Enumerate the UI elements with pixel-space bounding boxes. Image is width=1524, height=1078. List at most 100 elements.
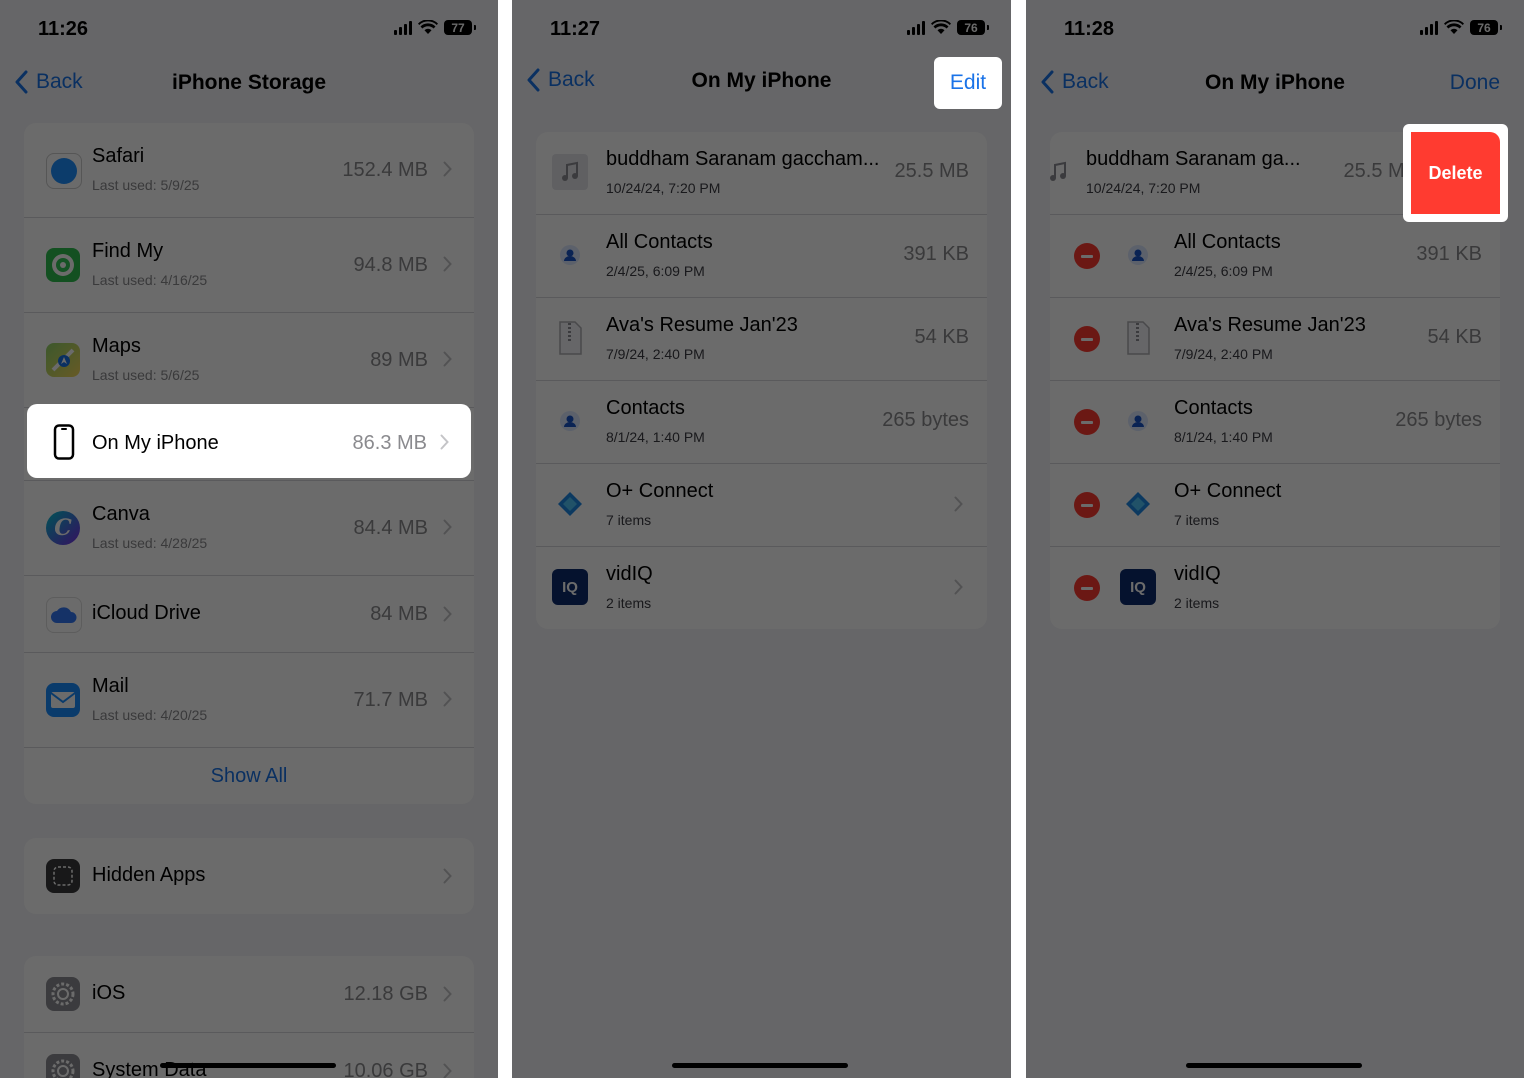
- system-data-gear-icon: [46, 1054, 80, 1078]
- file-name: Ava's Resume Jan'23: [606, 314, 798, 336]
- system-row-ios[interactable]: iOS 12.18 GB: [24, 956, 474, 1033]
- find-my-radar-icon: [46, 248, 80, 282]
- file-date: 7/9/24, 2:40 PM: [1174, 346, 1273, 362]
- app-row-safari[interactable]: Safari Last used: 5/9/25 152.4 MB: [24, 123, 474, 218]
- app-size: 152.4 MB: [342, 159, 428, 181]
- folder-row-vidiq[interactable]: IQ vidIQ 2 items: [536, 547, 987, 629]
- chevron-right-icon: [954, 496, 963, 512]
- folder-count: 7 items: [606, 512, 652, 528]
- file-size: 54 KB: [914, 326, 969, 348]
- delete-minus-icon[interactable]: [1074, 575, 1100, 601]
- canva-icon: C: [46, 511, 80, 545]
- cellular-signal-icon: [394, 20, 412, 35]
- app-name: Safari: [92, 145, 145, 167]
- home-indicator[interactable]: [160, 1063, 336, 1068]
- file-name: All Contacts: [606, 231, 713, 253]
- hidden-apps-icon: [46, 859, 80, 893]
- app-last-used: Last used: 5/6/25: [92, 367, 200, 383]
- delete-minus-icon[interactable]: [1074, 243, 1100, 269]
- file-size: 54 KB: [1427, 326, 1482, 348]
- folder-name: O+ Connect: [606, 480, 714, 502]
- o-plus-connect-icon: [1120, 486, 1156, 522]
- screen-iphone-storage: 11:26 77 Back iPhone Storage Safari Last…: [0, 0, 498, 1078]
- folder-name: vidIQ: [1174, 563, 1221, 585]
- system-name: System Data: [92, 1059, 207, 1078]
- folder-row-o-plus-connect[interactable]: O+ Connect 7 items: [536, 464, 987, 547]
- folder-name: O+ Connect: [1174, 480, 1282, 502]
- app-name: Canva: [92, 503, 150, 525]
- file-date: 8/1/24, 1:40 PM: [606, 429, 705, 445]
- navigation-bar: Back iPhone Storage: [0, 62, 498, 106]
- file-size: 391 KB: [903, 243, 969, 265]
- screen-on-my-iphone: 11:27 76 Back On My iPhone buddham Saran…: [512, 0, 1011, 1078]
- file-date: 8/1/24, 1:40 PM: [1174, 429, 1273, 445]
- hidden-apps-row[interactable]: Hidden Apps: [24, 838, 474, 914]
- mail-envelope-icon: [46, 683, 80, 717]
- done-button[interactable]: Done: [1450, 71, 1500, 95]
- o-plus-connect-icon: [552, 486, 588, 522]
- show-all-button[interactable]: Show All: [24, 748, 474, 804]
- home-indicator[interactable]: [672, 1063, 848, 1068]
- edit-button[interactable]: Edit: [934, 57, 1002, 109]
- delete-button[interactable]: Delete: [1411, 132, 1500, 214]
- app-name: iCloud Drive: [92, 602, 201, 624]
- page-title: iPhone Storage: [171, 71, 327, 94]
- app-name: Find My: [92, 240, 164, 262]
- panel-divider: [1011, 0, 1026, 1078]
- maps-icon: [46, 343, 80, 377]
- hidden-apps-label: Hidden Apps: [92, 864, 206, 886]
- music-note-icon: [1050, 154, 1076, 190]
- chevron-right-icon: [443, 161, 452, 177]
- file-row-contacts[interactable]: Contacts 8/1/24, 1:40 PM 265 bytes: [1050, 381, 1500, 464]
- delete-minus-icon[interactable]: [1074, 492, 1100, 518]
- file-date: 10/24/24, 7:20 PM: [606, 180, 721, 196]
- delete-minus-icon[interactable]: [1074, 326, 1100, 352]
- file-size: 265 bytes: [882, 409, 969, 431]
- file-size: 391 KB: [1416, 243, 1482, 265]
- app-row-canva[interactable]: C Canva Last used: 4/28/25 84.4 MB: [24, 481, 474, 576]
- chevron-right-icon: [443, 691, 452, 707]
- contact-card-icon: [552, 237, 588, 273]
- file-row-all-contacts[interactable]: All Contacts 2/4/25, 6:09 PM 391 KB: [536, 215, 987, 298]
- screen-on-my-iphone-edit: 11:28 76 Back On My iPhone Done buddham …: [1026, 0, 1524, 1078]
- app-name: Mail: [92, 675, 129, 697]
- folder-row-o-plus-connect[interactable]: O+ Connect 7 items: [1050, 464, 1500, 547]
- iphone-device-icon: [53, 424, 75, 460]
- folder-name: vidIQ: [606, 563, 653, 585]
- app-size: 89 MB: [370, 349, 428, 371]
- chevron-right-icon: [443, 1063, 452, 1078]
- wifi-icon: [418, 20, 438, 34]
- folder-row-vidiq[interactable]: IQ vidIQ 2 items: [1050, 547, 1500, 629]
- app-row-find-my[interactable]: Find My Last used: 4/16/25 94.8 MB: [24, 218, 474, 313]
- chevron-right-icon: [443, 986, 452, 1002]
- chevron-right-icon: [443, 868, 452, 884]
- contact-card-icon: [1120, 237, 1156, 273]
- app-row-mail[interactable]: Mail Last used: 4/20/25 71.7 MB: [24, 653, 474, 748]
- app-size: 84.4 MB: [353, 517, 428, 539]
- app-size: 86.3 MB: [352, 432, 427, 454]
- status-icons: 76: [1420, 20, 1502, 35]
- chevron-right-icon: [954, 579, 963, 595]
- file-name: buddham Saranam ga...: [1086, 148, 1301, 170]
- file-date: 2/4/25, 6:09 PM: [1174, 263, 1273, 279]
- chevron-right-icon: [440, 434, 449, 450]
- app-row-icloud-drive[interactable]: iCloud Drive 84 MB: [24, 576, 474, 653]
- ios-gear-icon: [46, 977, 80, 1011]
- file-name: buddham Saranam gaccham...: [606, 148, 880, 170]
- contact-card-icon: [552, 403, 588, 439]
- system-name: iOS: [92, 982, 126, 1004]
- file-row-all-contacts[interactable]: All Contacts 2/4/25, 6:09 PM 391 KB: [1050, 215, 1500, 298]
- battery-icon: 77: [444, 20, 476, 35]
- file-row-avas-resume[interactable]: Ava's Resume Jan'23 7/9/24, 2:40 PM 54 K…: [1050, 298, 1500, 381]
- file-date: 2/4/25, 6:09 PM: [606, 263, 705, 279]
- system-row-system-data[interactable]: System Data 10.06 GB: [24, 1033, 474, 1078]
- file-row-buddham-saranam[interactable]: buddham Saranam gaccham... 10/24/24, 7:2…: [536, 132, 987, 215]
- file-row-contacts[interactable]: Contacts 8/1/24, 1:40 PM 265 bytes: [536, 381, 987, 464]
- file-row-avas-resume[interactable]: Ava's Resume Jan'23 7/9/24, 2:40 PM 54 K…: [536, 298, 987, 381]
- on-my-iphone-row[interactable]: On My iPhone 86.3 MB: [27, 404, 471, 478]
- home-indicator[interactable]: [1186, 1063, 1362, 1068]
- zip-archive-icon: [1120, 320, 1156, 356]
- app-row-maps[interactable]: Maps Last used: 5/6/25 89 MB: [24, 313, 474, 408]
- delete-minus-icon[interactable]: [1074, 409, 1100, 435]
- chevron-right-icon: [443, 606, 452, 622]
